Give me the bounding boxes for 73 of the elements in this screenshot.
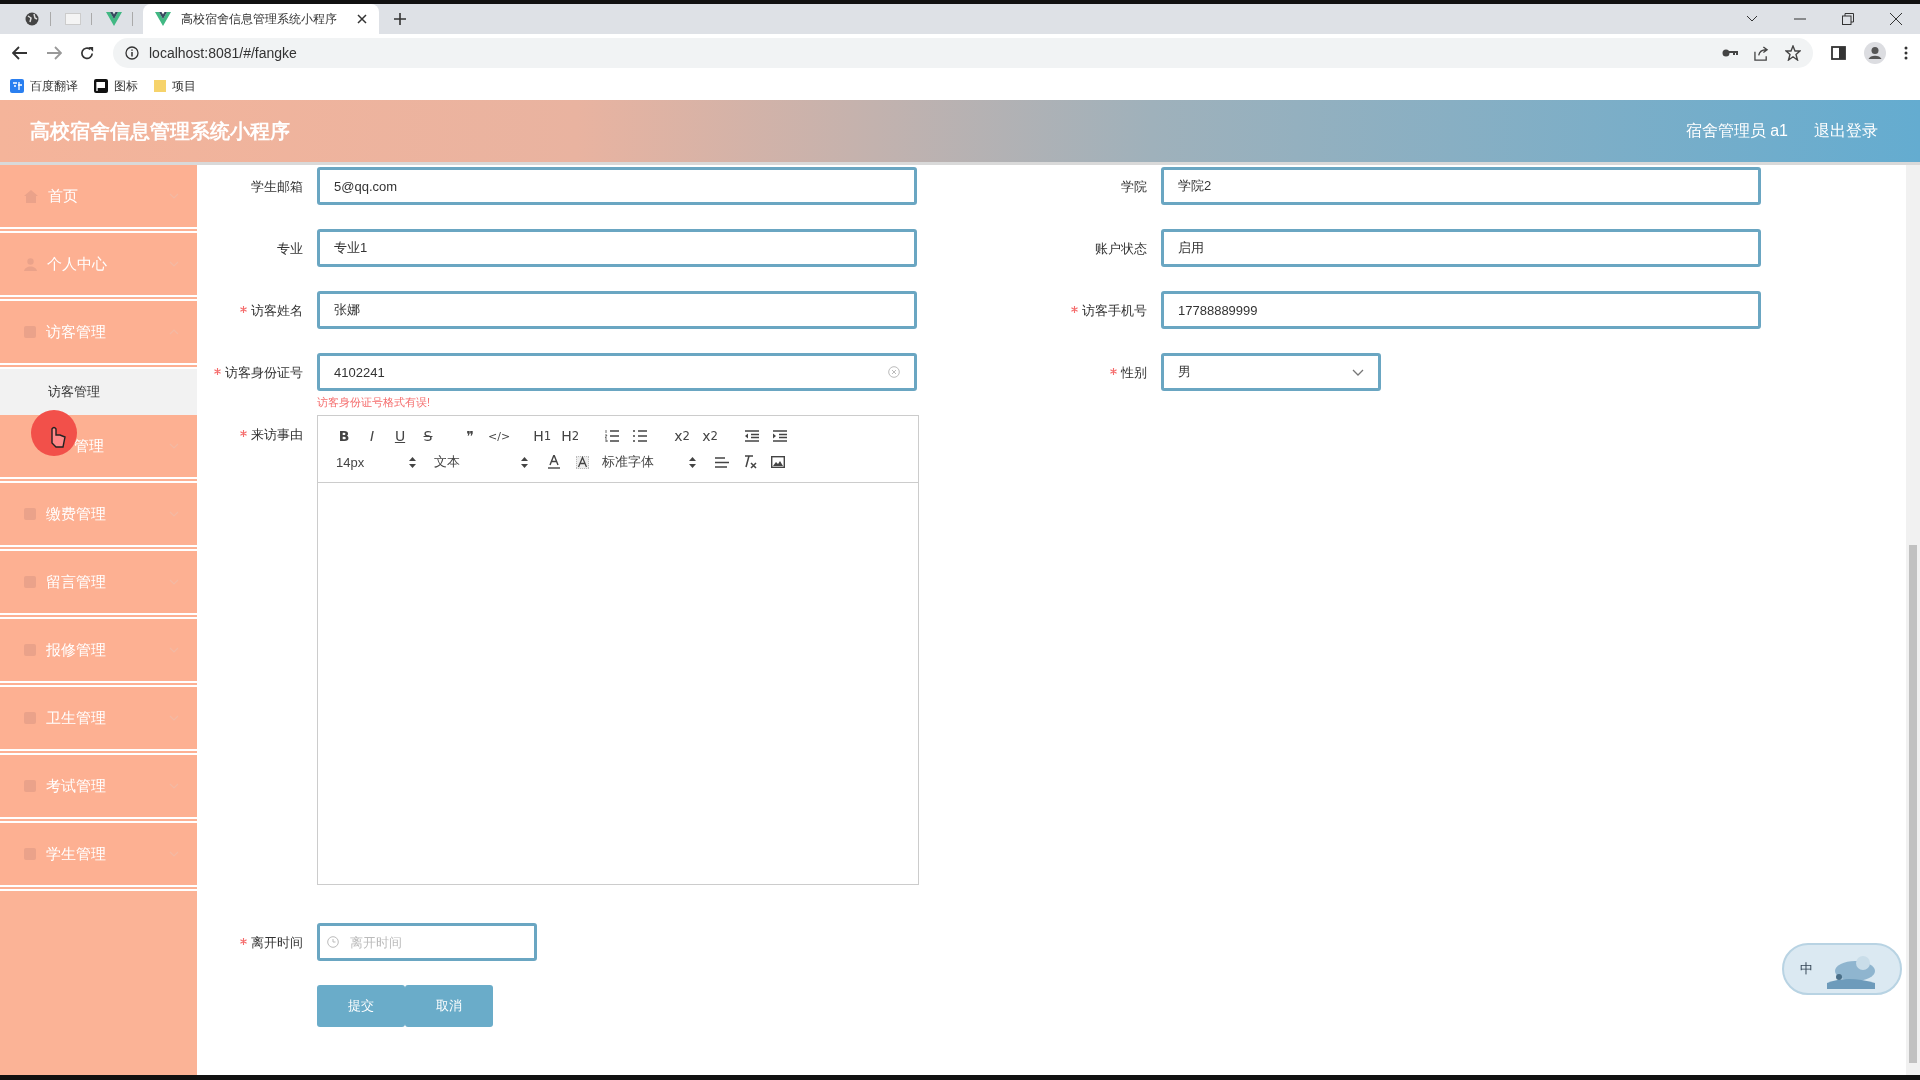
globe-icon[interactable] — [25, 12, 39, 26]
app-title: 高校宿舍信息管理系统小程序 — [30, 118, 290, 144]
updown-icon — [521, 456, 528, 468]
field-label: 账户状态 — [1095, 241, 1147, 256]
picker-dropdown[interactable]: 文本 — [428, 450, 540, 474]
input-field[interactable]: 4102241 — [317, 353, 917, 391]
field-label: 访客手机号 — [1082, 303, 1147, 318]
forward-icon[interactable] — [46, 46, 62, 60]
input-field[interactable]: 学院2 — [1161, 167, 1761, 205]
submenu-item[interactable]: 访客管理 — [0, 369, 197, 415]
numbered-list-icon[interactable] — [605, 429, 620, 443]
reload-icon[interactable] — [80, 45, 95, 61]
field-label: 学生邮箱 — [251, 179, 303, 194]
toolbar-button[interactable]: B — [330, 424, 358, 448]
restore-icon[interactable] — [1842, 13, 1854, 25]
updown-icon — [409, 456, 416, 468]
field-label: 学院 — [1121, 179, 1147, 194]
input-field[interactable]: 专业1 — [317, 229, 917, 267]
toolbar-button[interactable]: U — [386, 424, 414, 448]
indent-icon[interactable] — [773, 429, 788, 443]
close-icon[interactable] — [357, 14, 367, 24]
toolbar-button[interactable]: </> — [484, 424, 515, 448]
field-label: 来访事由 — [251, 427, 303, 442]
toolbar-button[interactable]: S — [414, 424, 442, 448]
bookmark[interactable]: 图标 — [94, 77, 138, 95]
input-field[interactable]: 5@qq.com — [317, 167, 917, 205]
clear-format-icon[interactable] — [743, 455, 757, 469]
image-icon[interactable] — [771, 455, 785, 469]
ime-widget[interactable]: 中 — [1782, 943, 1902, 995]
share-icon[interactable] — [1754, 45, 1769, 61]
outdent-icon[interactable] — [745, 429, 760, 443]
toolbar-button[interactable]: ❞ — [456, 424, 484, 448]
align-icon[interactable] — [715, 455, 729, 469]
flag-icon — [94, 79, 108, 93]
picker-dropdown[interactable]: 14px — [330, 450, 428, 474]
input-field[interactable]: 启用 — [1161, 229, 1761, 267]
chevron-down-icon — [1352, 368, 1364, 376]
scrollbar[interactable] — [1906, 165, 1920, 1075]
field-label: 专业 — [277, 241, 303, 256]
bullet-list-icon[interactable] — [633, 429, 648, 443]
close-icon[interactable] — [1890, 13, 1902, 25]
folder-icon — [154, 79, 166, 93]
highlight-icon[interactable] — [575, 455, 589, 469]
sidebar-icon[interactable] — [1831, 46, 1846, 60]
address-field[interactable]: localhost:8081/#/fangke — [113, 38, 1813, 68]
field-label: 性别 — [1121, 365, 1147, 380]
field-label: 离开时间 — [251, 935, 303, 950]
key-icon[interactable] — [1722, 48, 1738, 58]
toolbar-button[interactable]: I — [358, 424, 386, 448]
bookmark[interactable]: 项目 — [154, 77, 196, 95]
more-icon[interactable] — [1904, 46, 1908, 60]
new-tab-icon[interactable] — [393, 12, 407, 26]
translate-icon — [10, 79, 24, 93]
user-name: 宿舍管理员 a1 — [1685, 120, 1788, 141]
field-label: 访客身份证号 — [225, 365, 303, 380]
chevron-down-icon[interactable] — [1746, 15, 1758, 23]
bookmark[interactable]: 百度翻译 — [10, 77, 78, 95]
updown-icon — [689, 456, 696, 468]
input-field[interactable]: 男 — [1161, 353, 1381, 391]
v-logo-icon[interactable] — [106, 12, 122, 26]
input-field[interactable]: 张娜 — [317, 291, 917, 329]
v-logo-icon — [155, 12, 171, 26]
picker-dropdown[interactable]: 标准字体 — [596, 450, 708, 474]
back-icon[interactable] — [12, 46, 28, 60]
error-message: 访客身份证号格式有误! — [317, 395, 432, 410]
info-icon — [125, 46, 139, 60]
browser-tab[interactable]: 高校宿舍信息管理系统小程序 — [143, 4, 379, 34]
profile-icon[interactable] — [1864, 42, 1886, 64]
star-icon[interactable] — [1785, 45, 1801, 61]
date-field[interactable]: 离开时间 — [317, 923, 537, 961]
field-label: 访客姓名 — [251, 303, 303, 318]
input-field[interactable]: 17788889999 — [1161, 291, 1761, 329]
text-color-icon[interactable] — [547, 455, 561, 469]
